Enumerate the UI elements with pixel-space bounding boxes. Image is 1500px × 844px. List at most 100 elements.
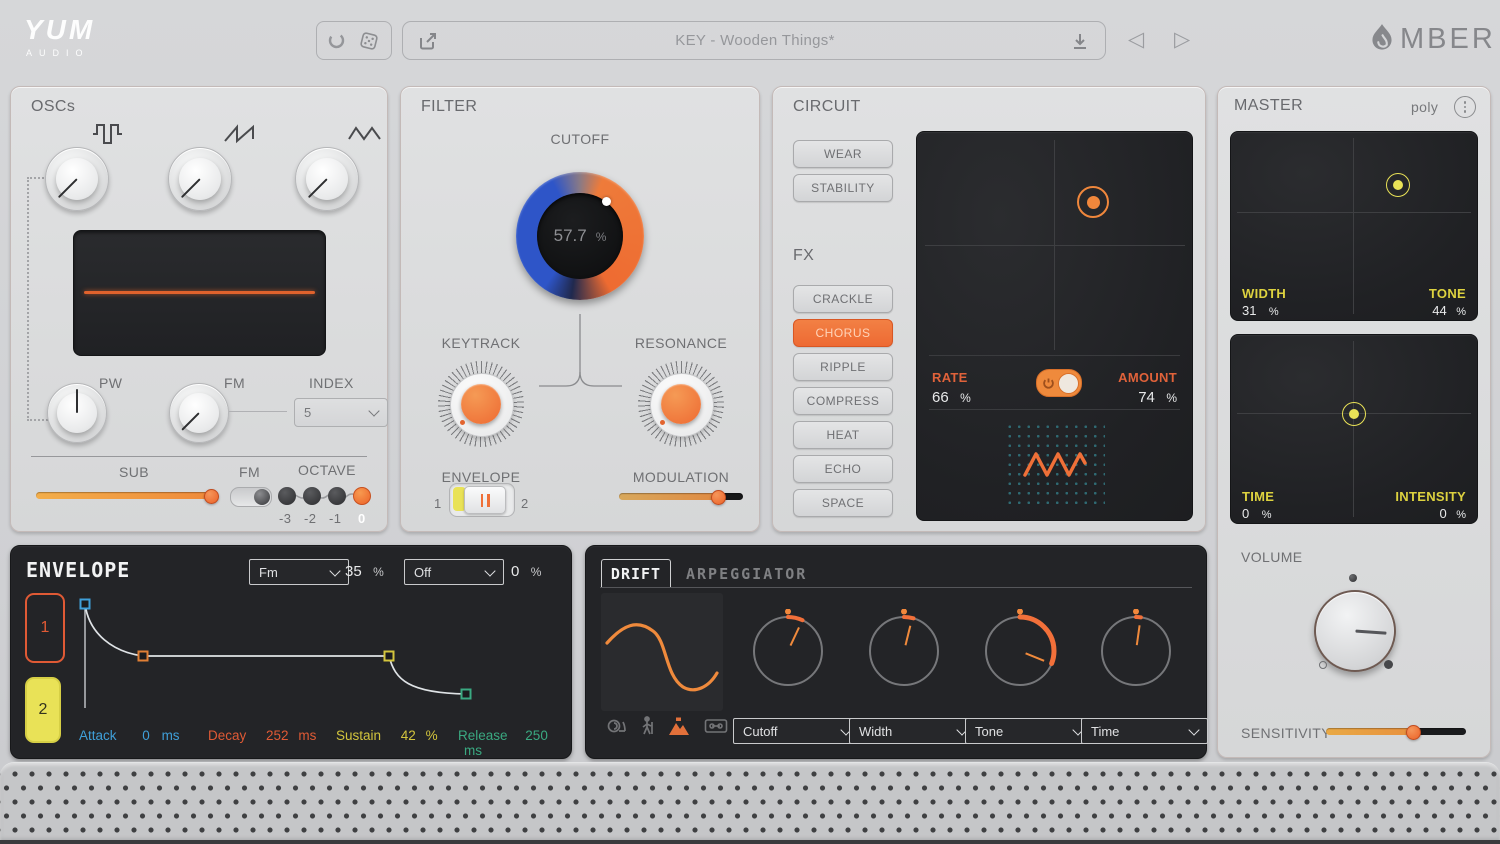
amount-value[interactable]: 74: [1138, 389, 1155, 406]
index-dropdown[interactable]: 5: [294, 398, 388, 427]
drift-target1-dropdown[interactable]: Cutoff: [733, 718, 860, 744]
attack-readout[interactable]: Attack 0 ms: [79, 728, 180, 743]
octave-dot-0[interactable]: [353, 487, 371, 505]
fx-divider-top: [929, 355, 1180, 356]
pw-knob[interactable]: [47, 383, 107, 443]
sensitivity-slider-thumb[interactable]: [1406, 725, 1421, 740]
envelope-slot1-button[interactable]: 1: [25, 593, 65, 663]
pad1-marker[interactable]: [1386, 173, 1410, 197]
release-value[interactable]: 250: [525, 728, 548, 743]
saw-wave-icon: [223, 123, 259, 145]
sub-slider[interactable]: [36, 492, 218, 499]
modulation-slider-thumb[interactable]: [711, 490, 726, 505]
octave-dot--2[interactable]: [303, 487, 321, 505]
modulation-slider[interactable]: [619, 493, 743, 500]
stability-button[interactable]: STABILITY: [793, 174, 893, 202]
width-tone-pad[interactable]: WIDTH 31 % TONE 44 %: [1230, 131, 1478, 321]
envelope-slot2-button[interactable]: 2: [25, 677, 61, 743]
fm-knob[interactable]: [169, 383, 229, 443]
time-intensity-pad[interactable]: TIME 0 % INTENSITY 0 %: [1230, 334, 1478, 524]
octave-dot--1[interactable]: [328, 487, 346, 505]
decay-value[interactable]: 252: [266, 728, 289, 743]
drift-knob-time[interactable]: [1094, 609, 1178, 693]
pad2-marker[interactable]: [1342, 402, 1366, 426]
octave-option--3[interactable]: -3: [279, 511, 291, 526]
release-readout[interactable]: Release 250 ms: [458, 728, 571, 758]
tone-value: 44: [1432, 303, 1446, 318]
target2-value: Width: [859, 724, 892, 739]
octave-option--2[interactable]: -2: [304, 511, 316, 526]
tape-icon[interactable]: [704, 718, 728, 734]
envelope-panel: ENVELOPE Fm 35 % Off 0 % 1 2: [10, 545, 572, 759]
drift-target2-dropdown[interactable]: Width: [849, 718, 976, 744]
fx-echo-button[interactable]: ECHO: [793, 455, 893, 483]
undo-icon[interactable]: [327, 31, 346, 50]
preset-bar[interactable]: KEY - Wooden Things*: [402, 21, 1106, 60]
mod1-value: Fm: [259, 565, 278, 580]
share-icon[interactable]: [417, 30, 439, 52]
next-preset-button[interactable]: ▷: [1174, 27, 1190, 52]
drift-knob-cutoff[interactable]: [746, 609, 830, 693]
fx-pad-marker[interactable]: [1077, 186, 1109, 218]
fx-xy-pad[interactable]: RATE 66 % AMOUNT 74 %: [916, 131, 1193, 521]
attack-value[interactable]: 0: [142, 728, 150, 743]
octave-dot--3[interactable]: [278, 487, 296, 505]
rate-value[interactable]: 66: [932, 389, 949, 406]
mod1-amount[interactable]: 35: [345, 563, 362, 580]
sensitivity-slider[interactable]: [1326, 728, 1466, 735]
mod1-dropdown[interactable]: Fm: [249, 559, 349, 585]
octave-label: OCTAVE: [298, 462, 356, 478]
octave-option--1[interactable]: -1: [329, 511, 341, 526]
power-icon: [1042, 377, 1055, 390]
envelope-curve-display[interactable]: [75, 586, 565, 721]
dice-icon[interactable]: [357, 29, 381, 53]
oscs-divider: [31, 456, 367, 457]
fx-compress-button[interactable]: COMPRESS: [793, 387, 893, 415]
sustain-value[interactable]: 42: [401, 728, 416, 743]
preset-name[interactable]: KEY - Wooden Things*: [439, 32, 1071, 49]
filter-envelope-switch[interactable]: [449, 483, 515, 517]
octave-option-0[interactable]: 0: [358, 511, 366, 526]
fx-label: FX: [793, 247, 814, 265]
tab-arpeggiator[interactable]: ARPEGGIATOR: [686, 565, 807, 583]
fx-heat-button[interactable]: HEAT: [793, 421, 893, 449]
mod2-dropdown[interactable]: Off: [404, 559, 504, 585]
snail-icon[interactable]: [605, 717, 627, 735]
osc2-knob[interactable]: [168, 147, 232, 211]
hiker-icon[interactable]: [640, 716, 654, 736]
save-preset-icon[interactable]: [1071, 32, 1089, 50]
mod2-amount[interactable]: 0: [511, 563, 519, 580]
mod2-amount-unit: %: [531, 565, 542, 579]
ember-plugin-window: YUM AUDIO: [0, 0, 1500, 844]
product-name: MBER: [1400, 23, 1496, 56]
intensity-unit: %: [1456, 509, 1466, 521]
drift-knob-tone[interactable]: [978, 609, 1062, 693]
fx-chorus-button[interactable]: CHORUS: [793, 319, 893, 347]
volume-knob[interactable]: [1314, 590, 1396, 672]
master-menu-icon[interactable]: [1454, 96, 1476, 118]
sustain-readout[interactable]: Sustain 42 %: [336, 728, 438, 743]
fx-space-button[interactable]: SPACE: [793, 489, 893, 517]
mountain-flag-icon[interactable]: [667, 716, 691, 736]
drift-target3-dropdown[interactable]: Tone: [965, 718, 1092, 744]
pad1-crosshair-v: [1353, 138, 1354, 314]
tab-drift[interactable]: DRIFT: [601, 559, 671, 588]
decay-readout[interactable]: Decay 252 ms: [208, 728, 316, 743]
osc3-knob[interactable]: [295, 147, 359, 211]
fm-toggle[interactable]: [230, 487, 272, 507]
switch-handle[interactable]: [464, 486, 506, 514]
fx-ripple-button[interactable]: RIPPLE: [793, 353, 893, 381]
modulation-label: MODULATION: [601, 469, 761, 485]
cutoff-knob[interactable]: 57.7 %: [516, 172, 644, 300]
poly-mode-dropdown[interactable]: poly: [1411, 99, 1438, 115]
chevron-down-icon: [329, 565, 340, 576]
drift-knob-width[interactable]: [862, 609, 946, 693]
oscs-title: OSCs: [31, 98, 75, 116]
drift-target4-dropdown[interactable]: Time: [1081, 718, 1208, 744]
fx-power-toggle[interactable]: [1036, 369, 1082, 397]
sub-slider-thumb[interactable]: [204, 489, 219, 504]
prev-preset-button[interactable]: ◁: [1128, 27, 1144, 52]
wear-button[interactable]: WEAR: [793, 140, 893, 168]
osc1-knob[interactable]: [45, 147, 109, 211]
fx-crackle-button[interactable]: CRACKLE: [793, 285, 893, 313]
